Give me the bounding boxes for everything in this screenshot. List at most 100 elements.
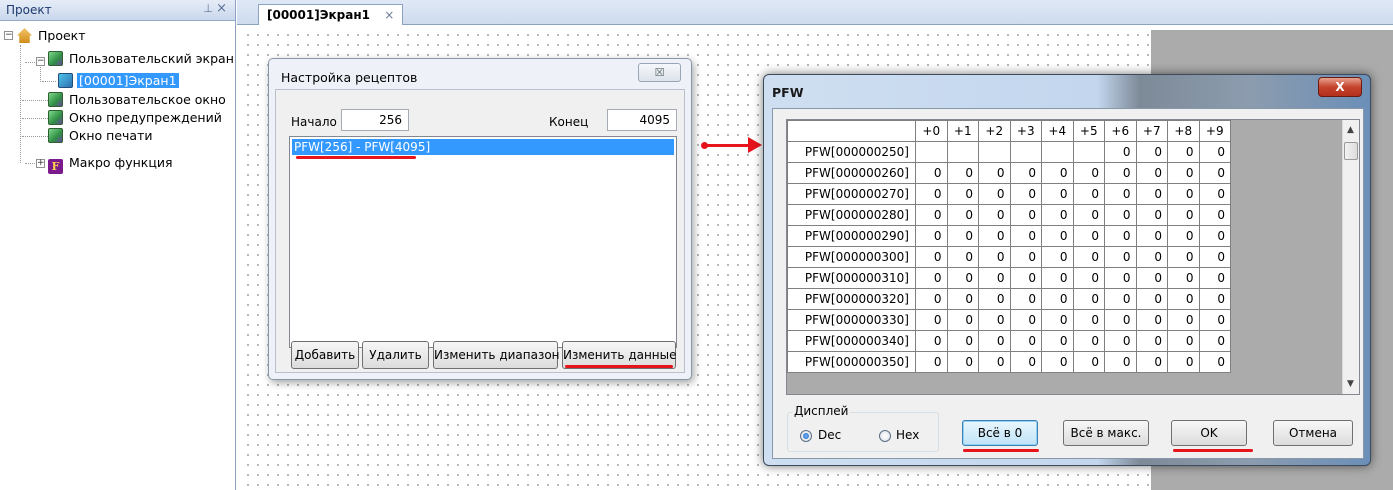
table-cell[interactable]: 0 [1104, 288, 1137, 310]
table-cell[interactable]: 0 [1009, 267, 1042, 289]
table-cell[interactable]: 0 [1198, 351, 1231, 373]
table-cell[interactable]: 0 [1135, 351, 1168, 373]
table-cell[interactable]: 0 [915, 351, 948, 373]
scroll-up-icon[interactable]: ▲ [1347, 125, 1354, 135]
table-cell[interactable]: 0 [1041, 246, 1074, 268]
table-cell[interactable]: 0 [1041, 225, 1074, 247]
table-cell[interactable]: 0 [915, 288, 948, 310]
table-cell[interactable]: 0 [1167, 204, 1200, 226]
table-cell[interactable]: 0 [915, 246, 948, 268]
table-cell[interactable]: 0 [1041, 267, 1074, 289]
table-cell[interactable]: 0 [915, 183, 948, 205]
table-cell[interactable]: 0 [1198, 141, 1231, 163]
table-cell[interactable]: 0 [946, 246, 979, 268]
table-cell[interactable]: 0 [915, 330, 948, 352]
all-max-button[interactable]: Всё в макс. [1063, 420, 1149, 446]
table-cell[interactable]: 0 [1009, 309, 1042, 331]
table-cell[interactable]: 0 [915, 225, 948, 247]
table-cell[interactable]: 0 [1009, 162, 1042, 184]
all-zero-button[interactable]: Всё в 0 [962, 420, 1038, 446]
table-cell[interactable]: 0 [1198, 162, 1231, 184]
table-cell[interactable]: 0 [1072, 162, 1105, 184]
table-cell[interactable] [1041, 141, 1074, 163]
table-cell[interactable]: 0 [1072, 246, 1105, 268]
table-cell[interactable]: 0 [1198, 330, 1231, 352]
tree-item-alarm-window[interactable]: Окно предупреждений [48, 109, 224, 127]
tab-close-icon[interactable]: × [384, 8, 394, 22]
table-cell[interactable]: 0 [1198, 183, 1231, 205]
table-cell[interactable]: 0 [1104, 351, 1137, 373]
table-cell[interactable]: 0 [1198, 267, 1231, 289]
table-cell[interactable]: 0 [1009, 225, 1042, 247]
table-cell[interactable]: 0 [1072, 267, 1105, 289]
expand-toggle-macro[interactable]: + [36, 159, 45, 168]
radio-hex[interactable] [879, 430, 891, 442]
table-cell[interactable]: 0 [1135, 162, 1168, 184]
table-cell[interactable]: 0 [1198, 246, 1231, 268]
table-cell[interactable]: 0 [1135, 141, 1168, 163]
table-cell[interactable]: 0 [946, 183, 979, 205]
table-cell[interactable] [915, 141, 948, 163]
table-cell[interactable]: 0 [1009, 330, 1042, 352]
table-cell[interactable]: 0 [915, 309, 948, 331]
table-cell[interactable]: 0 [978, 309, 1011, 331]
table-cell[interactable]: 0 [1041, 288, 1074, 310]
table-cell[interactable]: 0 [1009, 246, 1042, 268]
table-cell[interactable]: 0 [1072, 183, 1105, 205]
table-cell[interactable]: 0 [1104, 162, 1137, 184]
tree-item-macro[interactable]: F Макро функция [48, 154, 175, 174]
table-cell[interactable]: 0 [946, 225, 979, 247]
collapse-toggle-user-screen[interactable]: − [36, 57, 45, 66]
table-cell[interactable]: 0 [946, 162, 979, 184]
table-cell[interactable]: 0 [1009, 288, 1042, 310]
table-cell[interactable]: 0 [1104, 330, 1137, 352]
table-cell[interactable]: 0 [1135, 288, 1168, 310]
cancel-button[interactable]: Отмена [1273, 420, 1353, 446]
table-cell[interactable]: 0 [1072, 288, 1105, 310]
table-cell[interactable]: 0 [1198, 309, 1231, 331]
table-cell[interactable]: 0 [1135, 183, 1168, 205]
vertical-scrollbar[interactable]: ▲ ▼ [1342, 120, 1359, 394]
tree-item-screen1[interactable]: [00001]Экран1 [58, 72, 179, 90]
table-cell[interactable]: 0 [915, 267, 948, 289]
collapse-toggle-project[interactable]: − [4, 31, 13, 40]
table-cell[interactable] [1072, 141, 1105, 163]
table-cell[interactable]: 0 [946, 267, 979, 289]
close-button[interactable]: ☒ [638, 63, 681, 82]
radio-dec[interactable] [800, 430, 812, 442]
table-cell[interactable]: 0 [1198, 204, 1231, 226]
table-cell[interactable]: 0 [1009, 204, 1042, 226]
table-cell[interactable]: 0 [1041, 330, 1074, 352]
table-cell[interactable]: 0 [1041, 309, 1074, 331]
end-input[interactable]: 4095 [607, 109, 677, 131]
table-cell[interactable]: 0 [1167, 330, 1200, 352]
table-cell[interactable]: 0 [1167, 162, 1200, 184]
table-cell[interactable]: 0 [978, 204, 1011, 226]
table-cell[interactable] [978, 141, 1011, 163]
table-cell[interactable]: 0 [1104, 183, 1137, 205]
table-cell[interactable]: 0 [1041, 204, 1074, 226]
table-cell[interactable]: 0 [1135, 309, 1168, 331]
tab-screen1[interactable]: [00001]Экран1 × [258, 4, 404, 25]
table-cell[interactable]: 0 [978, 351, 1011, 373]
table-cell[interactable]: 0 [1072, 330, 1105, 352]
table-cell[interactable]: 0 [1072, 204, 1105, 226]
table-cell[interactable]: 0 [1198, 225, 1231, 247]
table-cell[interactable]: 0 [978, 267, 1011, 289]
table-cell[interactable]: 0 [1072, 309, 1105, 331]
table-cell[interactable]: 0 [1135, 225, 1168, 247]
table-cell[interactable]: 0 [1104, 246, 1137, 268]
tree-item-project[interactable]: Проект [17, 27, 88, 45]
ok-button[interactable]: OK [1171, 420, 1247, 446]
table-cell[interactable]: 0 [1135, 267, 1168, 289]
table-cell[interactable]: 0 [1072, 351, 1105, 373]
table-cell[interactable]: 0 [1009, 183, 1042, 205]
table-cell[interactable]: 0 [1167, 288, 1200, 310]
table-cell[interactable]: 0 [946, 204, 979, 226]
table-cell[interactable]: 0 [1135, 330, 1168, 352]
table-cell[interactable]: 0 [1041, 183, 1074, 205]
table-cell[interactable]: 0 [946, 330, 979, 352]
table-cell[interactable]: 0 [1167, 183, 1200, 205]
table-cell[interactable]: 0 [978, 183, 1011, 205]
start-input[interactable]: 256 [341, 109, 409, 131]
